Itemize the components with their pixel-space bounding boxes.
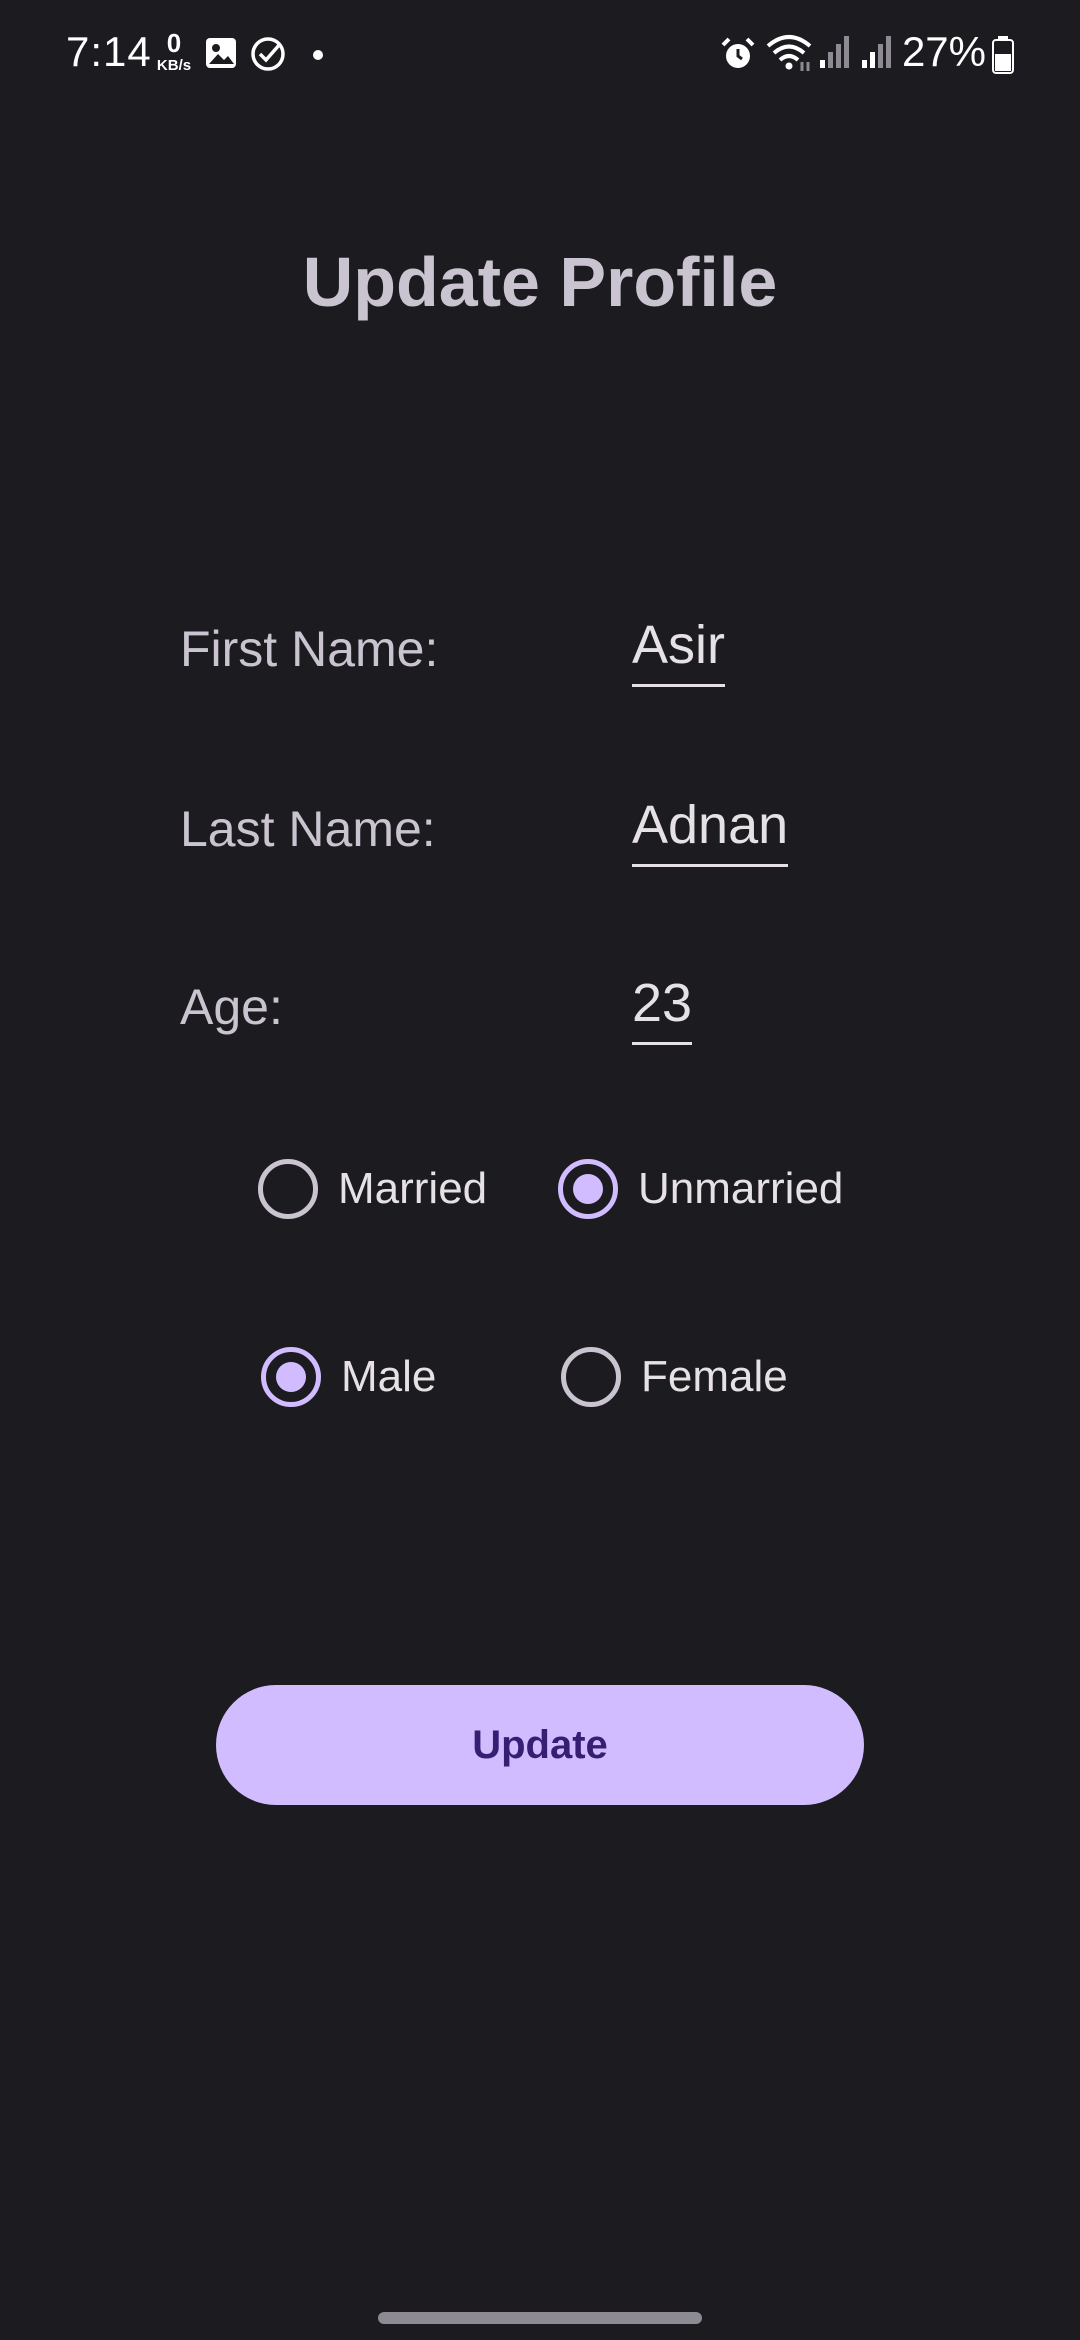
home-indicator[interactable] — [378, 2312, 702, 2324]
first-name-field[interactable]: Asir — [632, 614, 725, 688]
wifi-icon — [764, 32, 814, 77]
female-radio-circle[interactable] — [561, 1347, 621, 1407]
page-title: Update Profile — [302, 243, 778, 321]
battery-icon — [992, 36, 1014, 79]
male-label: Male — [341, 1352, 437, 1401]
signal-icon — [818, 34, 852, 75]
last-name-field[interactable]: Adnan — [632, 794, 789, 868]
signal-icon — [860, 34, 894, 75]
female-radio[interactable]: Female — [561, 1342, 788, 1412]
age-field[interactable]: 23 — [632, 972, 693, 1046]
network-speed-unit: KB/s — [156, 57, 192, 74]
check-circle-icon — [250, 36, 286, 77]
unmarried-radio[interactable]: Unmarried — [558, 1154, 843, 1224]
age-label: Age: — [180, 979, 283, 1035]
network-speed-value: 0 — [166, 28, 182, 58]
battery-percent: 27% — [901, 28, 986, 75]
married-radio-circle[interactable] — [258, 1159, 318, 1219]
network-speed: 0 KB/s — [152, 30, 196, 73]
married-label: Married — [338, 1164, 488, 1213]
update-button[interactable]: Update — [216, 1685, 864, 1805]
alarm-icon — [720, 36, 756, 77]
married-radio[interactable]: Married — [258, 1154, 487, 1224]
update-profile-screen: 7:14 0 KB/s 27% Update Profile First Nam… — [0, 0, 1080, 2340]
unmarried-radio-circle[interactable] — [558, 1159, 618, 1219]
dot-icon — [312, 48, 324, 66]
male-radio[interactable]: Male — [261, 1342, 436, 1412]
last-name-label: Last Name: — [180, 801, 436, 857]
gender-group: Male Female — [0, 1342, 1080, 1412]
male-radio-circle[interactable] — [261, 1347, 321, 1407]
marital-status-group: Married Unmarried — [0, 1154, 1080, 1224]
status-bar: 7:14 0 KB/s 27% — [0, 0, 1080, 110]
unmarried-label: Unmarried — [638, 1164, 844, 1213]
image-icon — [204, 36, 238, 75]
female-label: Female — [641, 1352, 788, 1401]
status-time: 7:14 — [66, 28, 152, 75]
first-name-label: First Name: — [180, 621, 439, 677]
